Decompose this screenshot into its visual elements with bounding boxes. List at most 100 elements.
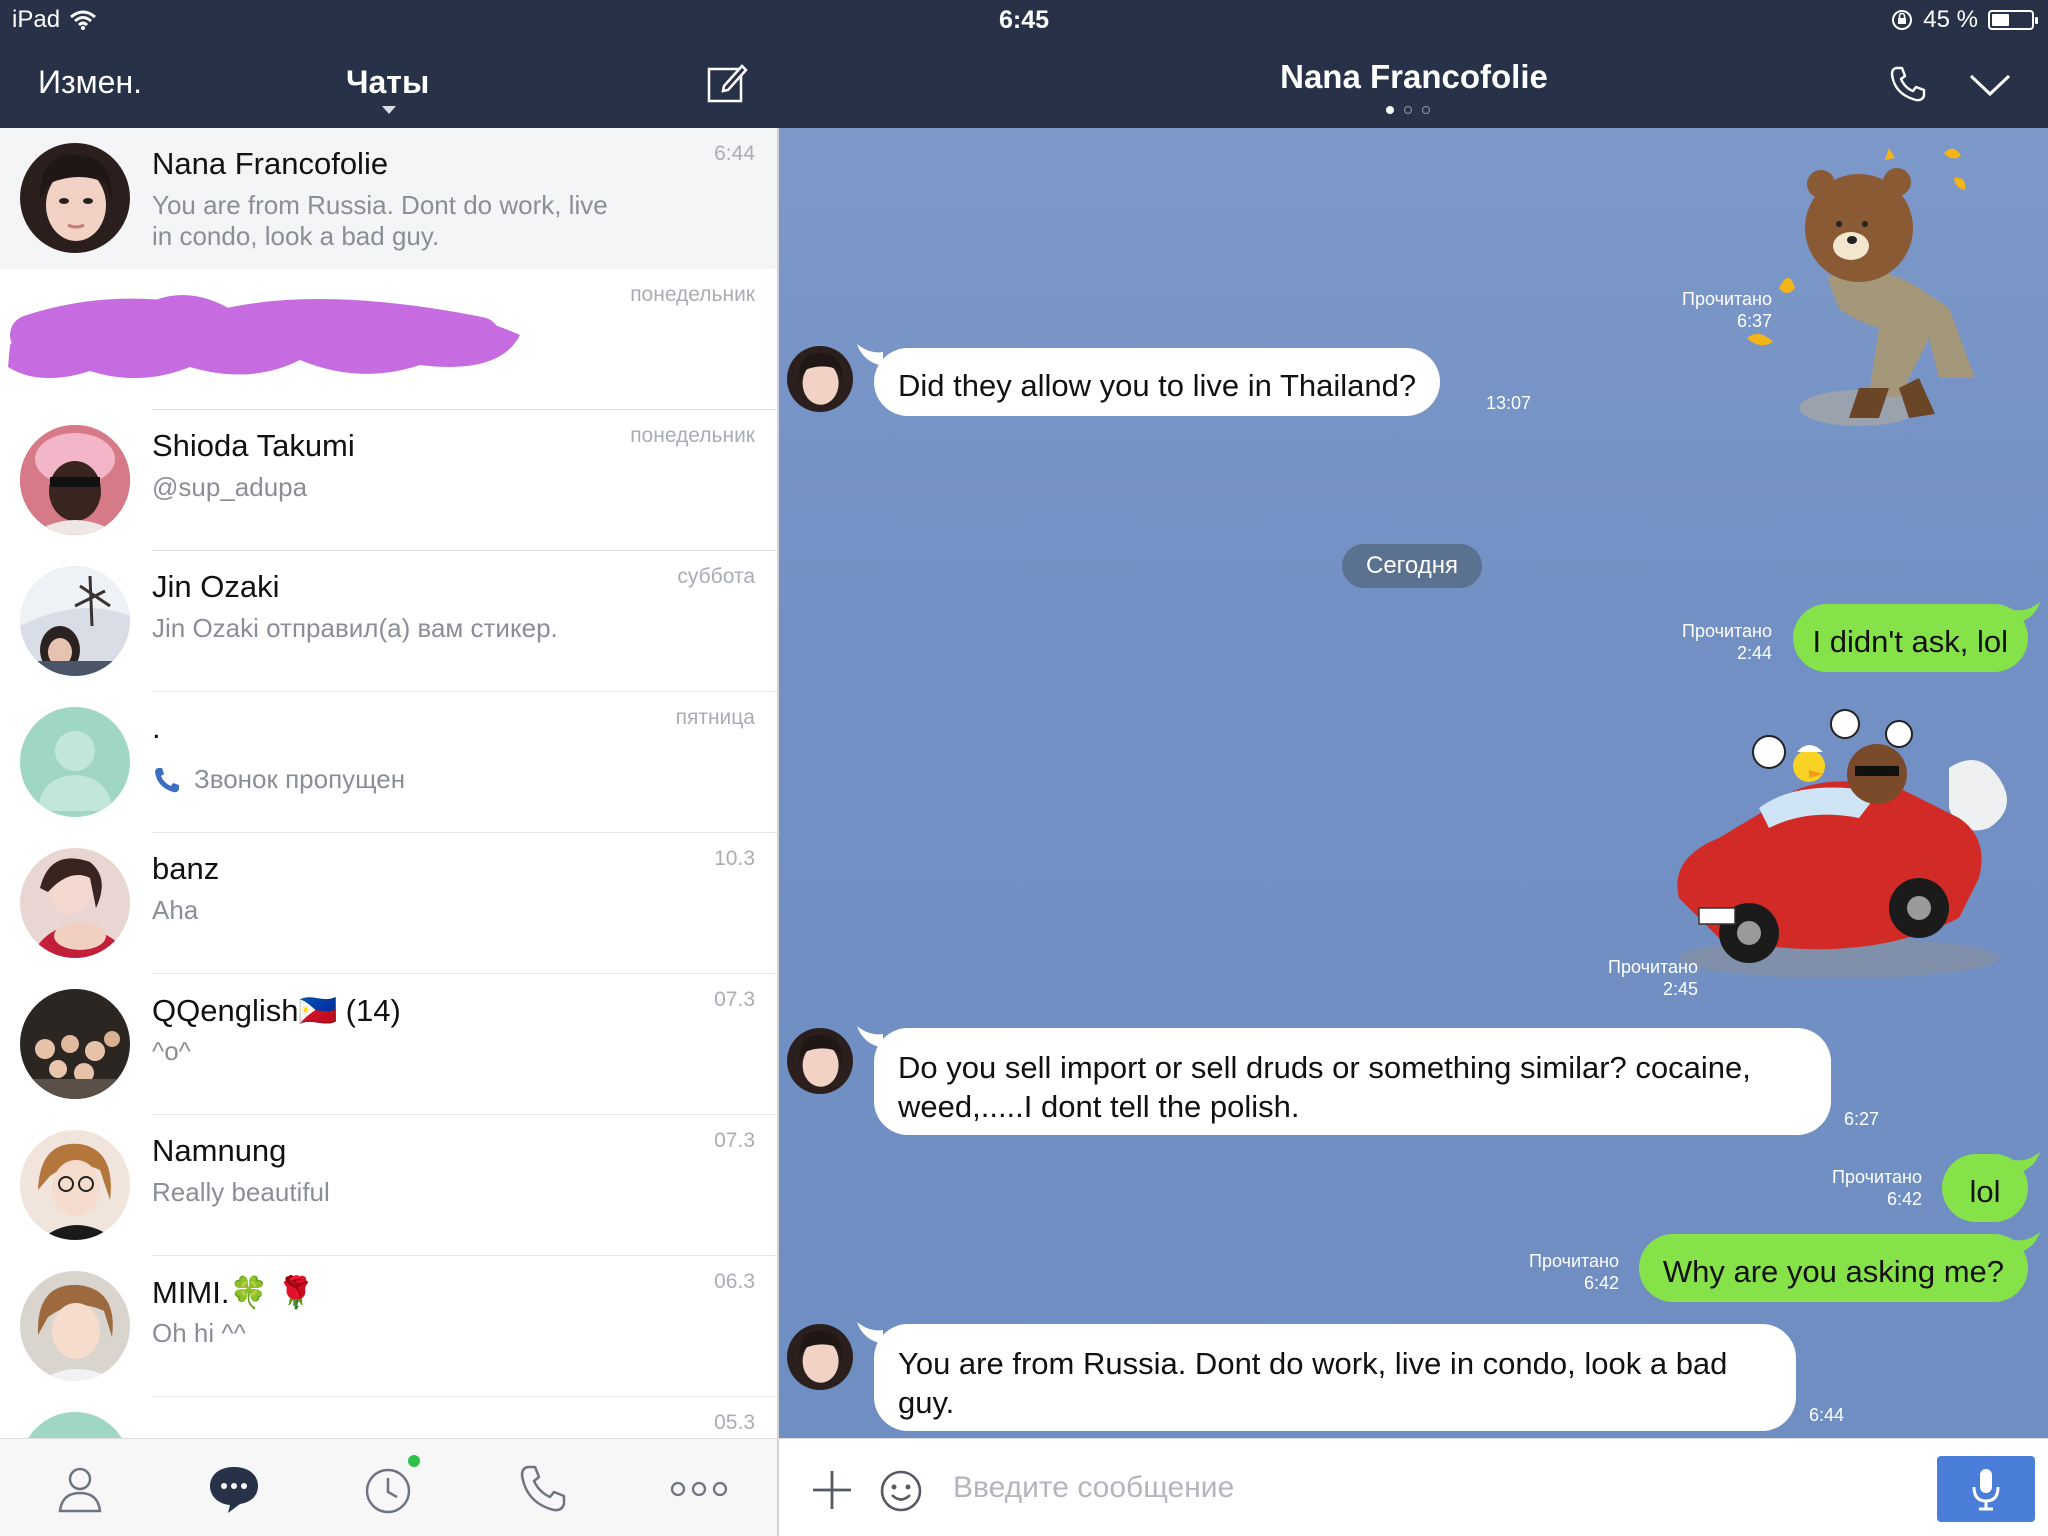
avatar-photo xyxy=(787,1324,853,1390)
chat-row[interactable]: Namnung Really beautiful 07.3 xyxy=(0,1115,777,1256)
chat-name: QQenglish🇵🇭 (14) xyxy=(152,993,401,1028)
chat-time: 05.3 xyxy=(714,1411,755,1434)
chat-name: MIMI.🍀 🌹 xyxy=(152,1275,316,1310)
chevron-down-icon[interactable] xyxy=(1968,70,2012,100)
chat-row[interactable]: Jin Ozaki Jin Ozaki отправил(а) вам стик… xyxy=(0,551,777,692)
outgoing-meta: Прочитано 6:42 xyxy=(1832,1166,1922,1210)
page-dot xyxy=(1422,106,1430,114)
message-time: 13:07 xyxy=(1486,393,1532,413)
mic-icon xyxy=(1972,1469,2000,1511)
compose-icon[interactable] xyxy=(706,62,748,104)
avatar-photo xyxy=(20,848,130,958)
message-time: 6:27 xyxy=(1844,1109,1880,1129)
chat-row[interactable]: MIMI.🍀 🌹 Oh hi ^^ 06.3 xyxy=(0,1256,777,1397)
sender-avatar[interactable] xyxy=(787,1028,853,1094)
chat-row[interactable]: Nana Francofolie You are from Russia. Do… xyxy=(0,128,777,269)
battery-percent: 45 % xyxy=(1923,6,1978,33)
calls-icon[interactable] xyxy=(516,1461,572,1517)
plus-icon[interactable] xyxy=(811,1469,853,1511)
bubble-tail xyxy=(2014,1152,2040,1174)
phone-icon[interactable] xyxy=(1888,64,1928,104)
chat-row[interactable]: . Звонок пропущен пятница xyxy=(0,692,777,833)
outgoing-meta: Прочитано 6:42 xyxy=(1529,1250,1619,1294)
message-input-bar: Введите сообщение xyxy=(779,1438,2048,1536)
bubble-tail xyxy=(2014,1232,2040,1254)
incoming-message[interactable]: Do you sell import or sell druds or some… xyxy=(874,1028,1831,1135)
chat-preview: @sup_adupa xyxy=(152,472,308,502)
chats-title[interactable]: Чаты xyxy=(346,64,429,101)
outgoing-message[interactable]: Why are you asking me? xyxy=(1638,1234,2028,1302)
status-right: 45 % xyxy=(1891,6,2038,34)
car-sticker[interactable] xyxy=(1659,708,2029,998)
read-receipt: Прочитано xyxy=(1682,621,1772,641)
avatar-photo xyxy=(20,1130,130,1240)
chat-time: 07.3 xyxy=(714,1129,755,1152)
rotation-lock-icon xyxy=(1892,10,1913,30)
chat-time: суббота xyxy=(677,565,755,588)
chat-name: . xyxy=(152,710,161,745)
chat-time: 06.3 xyxy=(714,1270,755,1293)
friends-icon[interactable] xyxy=(52,1461,108,1517)
chat-name: Shioda Takumi xyxy=(152,428,355,463)
missed-call-icon xyxy=(155,767,179,792)
chat-preview: Oh hi ^^ xyxy=(152,1318,246,1348)
avatar xyxy=(20,143,130,253)
avatar-photo xyxy=(20,566,130,676)
chat-area: Прочитано 6:37 Did they allow you to liv… xyxy=(779,128,2048,1438)
battery-icon xyxy=(1988,10,2038,30)
read-receipt: Прочитано xyxy=(1608,957,1698,977)
message-time: 2:44 xyxy=(1736,643,1772,663)
avatar xyxy=(20,425,130,535)
avatar-photo xyxy=(787,1028,853,1094)
missed-call-text: Звонок пропущен xyxy=(194,764,406,794)
page-dot xyxy=(1386,106,1394,114)
sender-avatar[interactable] xyxy=(787,346,853,412)
outgoing-message[interactable]: I didn't ask, lol xyxy=(1792,604,2028,672)
avatar xyxy=(20,1271,130,1381)
chat-name: Nana Francofolie xyxy=(152,146,389,181)
read-receipt: Прочитано xyxy=(1529,1251,1619,1271)
chat-preview: Звонок пропущен xyxy=(152,764,632,795)
sticker-read-meta: Прочитано 2:45 xyxy=(1608,956,1698,1000)
chat-preview: Really beautiful xyxy=(152,1177,330,1207)
more-icon[interactable] xyxy=(668,1461,730,1517)
chat-time: 10.3 xyxy=(714,847,755,870)
chat-preview: Aha xyxy=(152,895,199,925)
timeline-icon[interactable] xyxy=(360,1461,416,1517)
page-dot xyxy=(1404,106,1412,114)
date-divider: Сегодня xyxy=(1342,544,1482,588)
edit-button[interactable]: Измен. xyxy=(38,64,142,101)
title-caret-icon xyxy=(382,106,396,114)
sender-avatar[interactable] xyxy=(787,1324,853,1390)
chat-row[interactable]: 05.3 xyxy=(0,1397,777,1438)
avatar-photo xyxy=(20,425,130,535)
avatar-photo xyxy=(787,346,853,412)
avatar xyxy=(20,707,130,817)
chat-preview: ^o^ xyxy=(152,1036,191,1066)
chat-time: понедельник xyxy=(630,424,755,447)
chat-row[interactable]: QQenglish🇵🇭 (14) ^o^ 07.3 xyxy=(0,974,777,1115)
chat-preview: Jin Ozaki отправил(а) вам стикер. xyxy=(152,613,558,643)
chat-row[interactable]: понедельник xyxy=(0,269,777,410)
chat-time: 6:44 xyxy=(714,142,755,165)
message-time: 6:42 xyxy=(1886,1189,1922,1209)
notification-dot xyxy=(408,1455,420,1467)
page-dots xyxy=(1386,106,1430,114)
avatar xyxy=(20,1130,130,1240)
message-input[interactable]: Введите сообщение xyxy=(953,1471,1234,1505)
incoming-message[interactable]: Did they allow you to live in Thailand? xyxy=(874,348,1441,416)
chat-row[interactable]: banz Aha 10.3 xyxy=(0,833,777,974)
chat-time: пятница xyxy=(675,706,755,729)
incoming-message[interactable]: You are from Russia. Dont do work, live … xyxy=(874,1324,1796,1431)
message-time: 2:45 xyxy=(1662,979,1698,999)
avatar-photo xyxy=(20,989,130,1099)
emoji-icon[interactable] xyxy=(879,1469,923,1513)
tab-bar xyxy=(0,1438,777,1536)
chat-list: Nana Francofolie You are from Russia. Do… xyxy=(0,128,777,1438)
chats-icon[interactable] xyxy=(206,1461,262,1517)
bear-sticker[interactable] xyxy=(1739,138,2009,428)
status-time: 6:45 xyxy=(998,6,1050,34)
chat-row[interactable]: Shioda Takumi @sup_adupa понедельник xyxy=(0,410,777,551)
avatar xyxy=(20,848,130,958)
mic-button[interactable] xyxy=(1937,1456,2035,1522)
